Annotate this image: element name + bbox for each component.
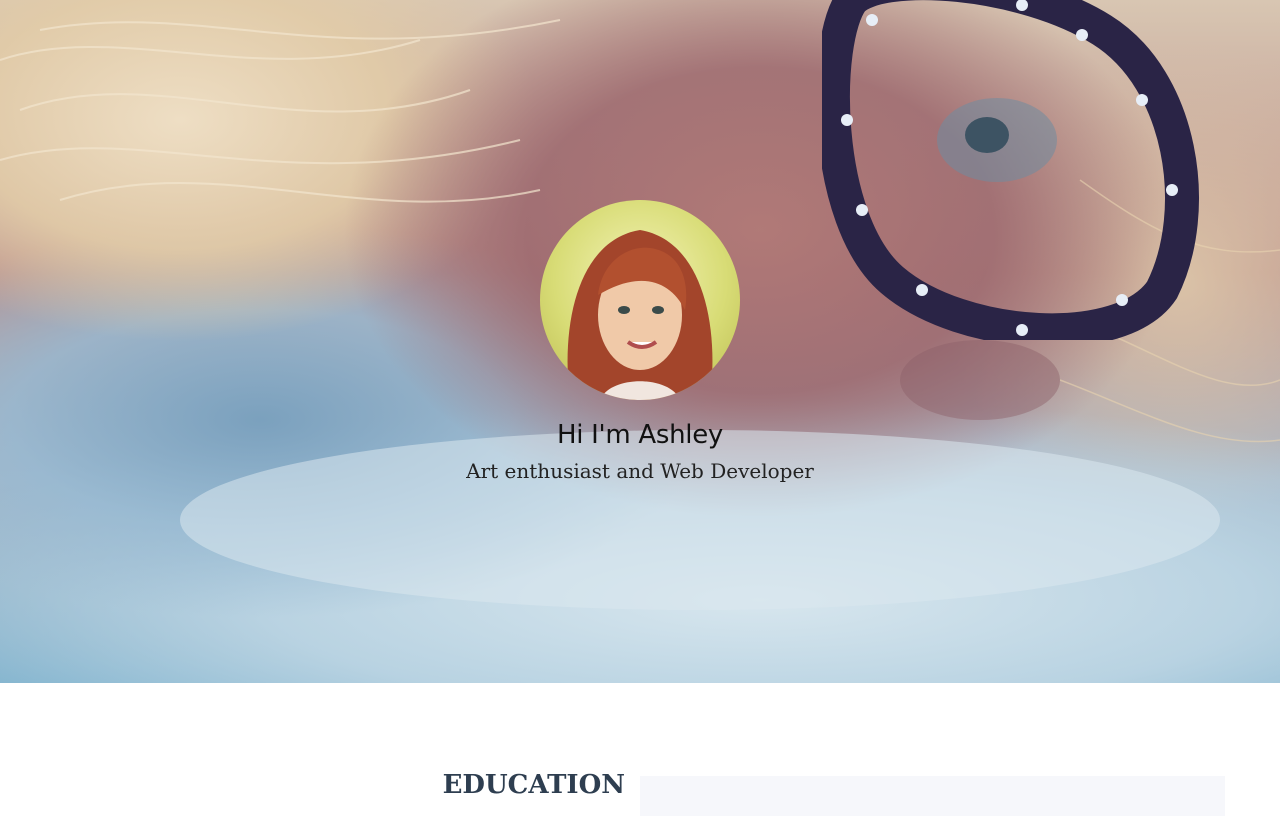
- hero-title: Hi I'm Ashley: [557, 420, 723, 450]
- hero-banner: Hi I'm Ashley Art enthusiast and Web Dev…: [0, 0, 1280, 683]
- education-panel: [640, 776, 1225, 816]
- profile-avatar: [540, 200, 740, 400]
- hero-subtitle: Art enthusiast and Web Developer: [466, 459, 814, 483]
- education-heading: EDUCATION: [442, 770, 625, 800]
- avatar-photo: [567, 230, 713, 400]
- glasses-decoration: [822, 0, 1199, 340]
